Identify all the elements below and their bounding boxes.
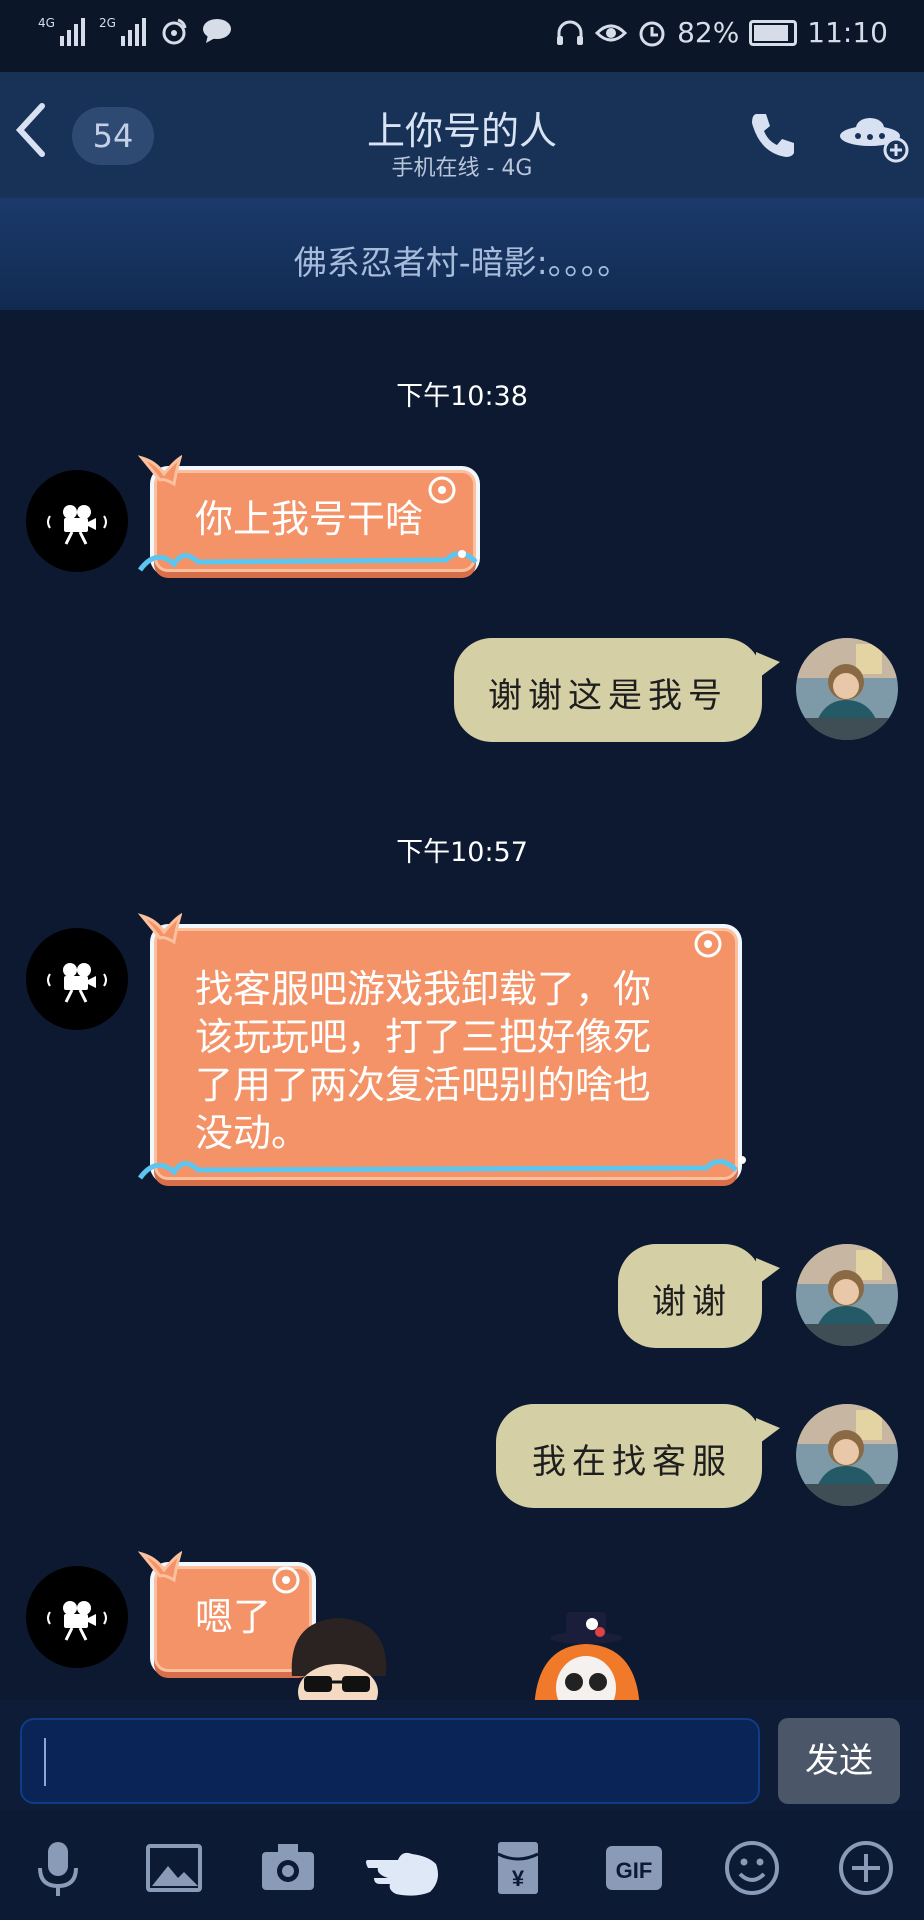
- signal-2g-icon: 2G: [99, 16, 146, 46]
- avatar[interactable]: [796, 1404, 898, 1506]
- red-packet-icon[interactable]: ¥: [488, 1838, 548, 1898]
- signal-4g-icon: 4G: [38, 16, 85, 46]
- message-icon: [202, 19, 231, 43]
- message-bubble-right[interactable]: 我在找客服: [496, 1404, 780, 1508]
- message-bubble-right[interactable]: 谢谢这是我号: [454, 638, 780, 742]
- image-icon[interactable]: [144, 1838, 204, 1898]
- film-camera-icon: [47, 1601, 107, 1641]
- wave-decoration-icon: [137, 550, 478, 572]
- eye-icon: [595, 24, 628, 41]
- microphone-icon[interactable]: [28, 1838, 88, 1898]
- user-portrait-icon: [796, 1244, 898, 1346]
- fish-tail-icon: [138, 454, 182, 487]
- banner-text: 佛系忍者村-暗影:。。。。: [293, 243, 631, 282]
- message-text: 嗯了: [195, 1595, 272, 1639]
- timestamp: 下午10:57: [396, 837, 528, 868]
- fish-eye-icon: [428, 476, 456, 504]
- message-bubble-left[interactable]: 找客服吧游戏我卸载了，你 该玩玩吧，打了三把好像死 了用了两次复活吧别的啥也 没…: [154, 928, 738, 1180]
- film-camera-icon: [47, 505, 107, 545]
- message-line: 该玩玩吧，打了三把好像死: [195, 1015, 652, 1059]
- message-line: 了用了两次复活吧别的啥也: [195, 1063, 652, 1107]
- packet-symbol: ¥: [512, 1866, 525, 1891]
- fish-tail-icon: [138, 1550, 182, 1583]
- fish-eye-icon: [694, 930, 722, 958]
- battery-icon: [749, 19, 798, 46]
- fish-eye-icon: [272, 1566, 300, 1594]
- message-bubble-right[interactable]: 谢谢: [618, 1244, 780, 1348]
- emoji-icon[interactable]: [722, 1838, 782, 1898]
- clock: 11:10: [807, 16, 888, 49]
- avatar[interactable]: [26, 928, 128, 1030]
- message-text: 你上我号干啥: [195, 497, 424, 541]
- user-portrait-icon: [796, 1404, 898, 1506]
- message-text: 我在找客服: [532, 1442, 732, 1482]
- poke-hand-icon[interactable]: [366, 1838, 442, 1898]
- film-camera-icon: [47, 963, 107, 1003]
- alarm-icon: [639, 21, 665, 46]
- ufo-plus-icon[interactable]: [838, 110, 910, 164]
- wave-decoration-icon: [137, 1156, 746, 1180]
- phone-icon[interactable]: [744, 108, 800, 164]
- fish-tail-icon: [138, 912, 182, 945]
- headphones-icon: [557, 20, 584, 45]
- status-right: 82% 11:10: [555, 16, 888, 49]
- add-icon[interactable]: [836, 1838, 896, 1898]
- timestamp: 下午10:38: [396, 381, 528, 412]
- message-input[interactable]: [20, 1718, 760, 1804]
- status-left: 4G 2G: [38, 16, 232, 46]
- gif-label: GIF: [616, 1858, 653, 1883]
- avatar[interactable]: [26, 1566, 128, 1668]
- avatar[interactable]: [796, 1244, 898, 1346]
- battery-percent: 82%: [677, 16, 740, 49]
- message-text: 谢谢: [652, 1282, 732, 1322]
- avatar[interactable]: [796, 638, 898, 740]
- weibo-icon: [162, 18, 187, 45]
- bottom-toolbar: [0, 1810, 924, 1920]
- gif-icon[interactable]: GIF: [604, 1838, 664, 1898]
- user-portrait-icon: [796, 638, 898, 740]
- message-text: 谢谢这是我号: [488, 676, 728, 716]
- avatar[interactable]: [26, 470, 128, 572]
- camera-icon[interactable]: [258, 1838, 318, 1898]
- message-line: 找客服吧游戏我卸载了，你: [195, 967, 652, 1011]
- text-cursor: [44, 1738, 46, 1786]
- send-button[interactable]: 发送: [778, 1718, 900, 1804]
